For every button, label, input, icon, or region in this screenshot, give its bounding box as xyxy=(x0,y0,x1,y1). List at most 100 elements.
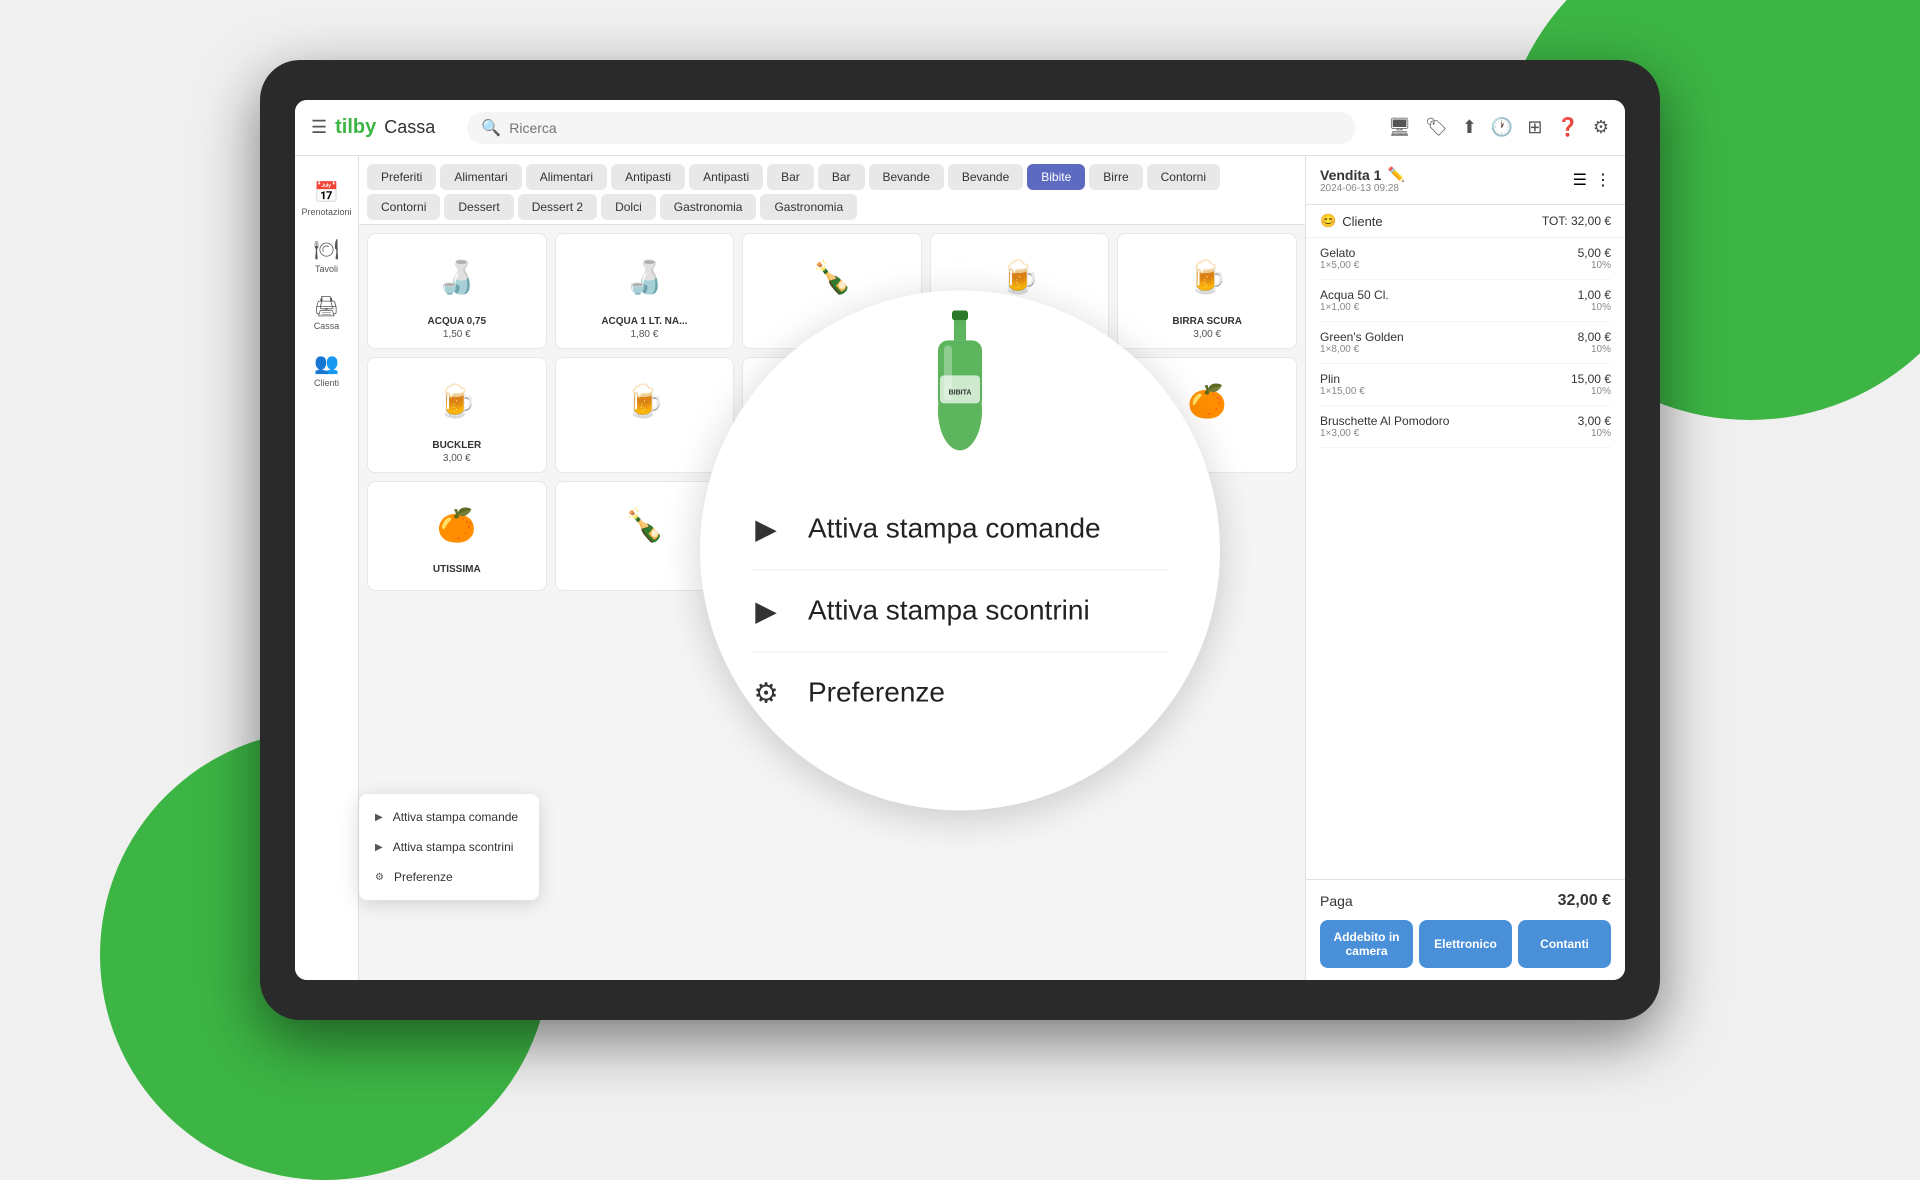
product-acqua075[interactable]: 🍶 ACQUA 0,75 1,50 € xyxy=(367,233,547,349)
printer-icon: 🖨 xyxy=(314,294,339,319)
paga-amount: 32,00 € xyxy=(1558,892,1611,910)
monitor-icon[interactable]: 🖥 xyxy=(1388,117,1411,138)
help-icon[interactable]: ❓ xyxy=(1556,117,1578,138)
product-buckler[interactable]: 🍺 BUCKLER 3,00 € xyxy=(367,357,547,473)
circle-overlay-menu: BIBITA ▶ Attiva stampa comande ▶ Attiva … xyxy=(700,290,1220,810)
circle-menu-stampa-scontrini[interactable]: ▶ Attiva stampa scontrini xyxy=(700,570,1220,651)
sidebar-label-cassa: Cassa xyxy=(314,321,340,331)
cat-birre[interactable]: Birre xyxy=(1089,164,1142,190)
item-detail-acqua: 1×1,00 € xyxy=(1320,302,1389,313)
sidebar-item-cassa[interactable]: 🖨 Cassa xyxy=(299,286,355,339)
sidebar-item-tavoli[interactable]: 🍽 Tavoli xyxy=(299,229,355,282)
cliente-icon: 😊 xyxy=(1320,213,1336,229)
cat-gastronomia-2[interactable]: Gastronomia xyxy=(760,194,857,220)
app-title: Cassa xyxy=(384,117,435,138)
upload-icon[interactable]: ⬆ xyxy=(1462,117,1477,138)
dropdown-label-3: Preferenze xyxy=(394,870,453,884)
logo-text: tilby xyxy=(335,116,376,139)
cat-bevande-1[interactable]: Bevande xyxy=(869,164,944,190)
product-acqua1lt[interactable]: 🍶 ACQUA 1 LT. NA... 1,80 € xyxy=(555,233,735,349)
dropdown-item-stampa-scontrini-small[interactable]: ▶ Attiva stampa scontrini xyxy=(359,832,539,862)
order-items: Gelato 1×5,00 € 5,00 € 10% Acqua 50 Cl. … xyxy=(1306,238,1625,879)
item-tax-greens: 10% xyxy=(1578,344,1611,355)
order-edit-icon[interactable]: ✏️ xyxy=(1387,166,1404,183)
circle-menu-stampa-comande[interactable]: ▶ Attiva stampa comande xyxy=(700,488,1220,569)
cat-alimentari-1[interactable]: Alimentari xyxy=(440,164,521,190)
circle-menu-preferenze[interactable]: ⚙ Preferenze xyxy=(700,652,1220,733)
product-img-acqua1lt: 🍶 xyxy=(614,242,674,312)
product-img-utissima: 🍊 xyxy=(427,490,487,560)
item-detail-gelato: 1×5,00 € xyxy=(1320,260,1359,271)
product-7[interactable]: 🍺 xyxy=(555,357,735,473)
product-img-7: 🍺 xyxy=(614,366,674,436)
cat-dessert-1[interactable]: Dessert xyxy=(444,194,513,220)
dropdown-item-preferenze-small[interactable]: ⚙ Preferenze xyxy=(359,862,539,892)
cliente-row: 😊 Cliente TOT: 32,00 € xyxy=(1306,205,1625,238)
order-list-icon[interactable]: ☰ xyxy=(1573,170,1587,190)
order-footer: Paga 32,00 € Addebito in camera Elettron… xyxy=(1306,879,1625,980)
cat-bevande-2[interactable]: Bevande xyxy=(948,164,1023,190)
users-icon: 👥 xyxy=(314,351,339,376)
left-sidebar: 📅 Prenotazioni 🍽 Tavoli 🖨 Cassa 👥 Client… xyxy=(295,156,359,980)
cat-antipasti-2[interactable]: Antipasti xyxy=(689,164,763,190)
cat-bar-1[interactable]: Bar xyxy=(767,164,814,190)
product-img-3: 🍾 xyxy=(802,242,862,312)
order-date: 2024-06-13 09:28 xyxy=(1320,183,1405,194)
arrow-icon-1: ▶ xyxy=(375,812,383,823)
cat-contorni-1[interactable]: Contorni xyxy=(1147,164,1220,190)
pay-btn-elettronico[interactable]: Elettronico xyxy=(1419,920,1512,968)
cat-dolci[interactable]: Dolci xyxy=(601,194,656,220)
tablet-screen: ☰ tilby Cassa 🔍 🖥 🏷 ⬆ 🕐 ⊞ ❓ ⚙ xyxy=(295,100,1625,980)
item-tax-acqua: 10% xyxy=(1578,302,1611,313)
cat-bar-2[interactable]: Bar xyxy=(818,164,865,190)
grid-icon[interactable]: ⊞ xyxy=(1527,117,1542,138)
order-item-bruschette[interactable]: Bruschette Al Pomodoro 1×3,00 € 3,00 € 1… xyxy=(1320,406,1611,448)
order-item-greens[interactable]: Green's Golden 1×8,00 € 8,00 € 10% xyxy=(1320,322,1611,364)
cat-antipasti-1[interactable]: Antipasti xyxy=(611,164,685,190)
product-img-12: 🍾 xyxy=(614,490,674,560)
item-price-acqua: 1,00 € xyxy=(1578,288,1611,302)
product-name-buckler: BUCKLER xyxy=(432,440,481,451)
order-header: Vendita 1 ✏️ 2024-06-13 09:28 ☰ ⋮ xyxy=(1306,156,1625,205)
item-name-acqua: Acqua 50 Cl. xyxy=(1320,288,1389,302)
dropdown-menu-small: ▶ Attiva stampa comande ▶ Attiva stampa … xyxy=(359,794,539,900)
sidebar-item-clienti[interactable]: 👥 Clienti xyxy=(299,343,355,396)
table-icon: 🍽 xyxy=(314,237,339,262)
order-more-icon[interactable]: ⋮ xyxy=(1595,170,1611,190)
cat-contorni-2[interactable]: Contorni xyxy=(367,194,440,220)
dropdown-item-stampa-comande-small[interactable]: ▶ Attiva stampa comande xyxy=(359,802,539,832)
product-name-acqua1lt: ACQUA 1 LT. NA... xyxy=(601,316,687,327)
item-name-bruschette: Bruschette Al Pomodoro xyxy=(1320,414,1449,428)
cat-alimentari-2[interactable]: Alimentari xyxy=(526,164,607,190)
item-detail-bruschette: 1×3,00 € xyxy=(1320,428,1449,439)
tag-icon[interactable]: 🏷 xyxy=(1425,117,1448,138)
order-item-gelato[interactable]: Gelato 1×5,00 € 5,00 € 10% xyxy=(1320,238,1611,280)
pay-btn-contanti[interactable]: Contanti xyxy=(1518,920,1611,968)
sidebar-label-clienti: Clienti xyxy=(314,378,339,388)
circle-label-3: Preferenze xyxy=(808,676,945,708)
cat-preferiti[interactable]: Preferiti xyxy=(367,164,436,190)
cat-gastronomia-1[interactable]: Gastronomia xyxy=(660,194,757,220)
item-tax-plin: 10% xyxy=(1571,386,1611,397)
cliente-text: Cliente xyxy=(1342,214,1382,229)
sidebar-item-prenotazioni[interactable]: 📅 Prenotazioni xyxy=(299,172,355,225)
play-icon-2: ▶ xyxy=(748,594,784,627)
cat-bibite[interactable]: Bibite xyxy=(1027,164,1085,190)
item-price-plin: 15,00 € xyxy=(1571,372,1611,386)
item-name-gelato: Gelato xyxy=(1320,246,1359,260)
clock-icon[interactable]: 🕐 xyxy=(1491,117,1513,138)
order-item-plin[interactable]: Plin 1×15,00 € 15,00 € 10% xyxy=(1320,364,1611,406)
product-utissima[interactable]: 🍊 UTISSIMA xyxy=(367,481,547,591)
order-icons: ☰ ⋮ xyxy=(1573,170,1611,190)
product-img-buckler: 🍺 xyxy=(427,366,487,436)
hamburger-icon[interactable]: ☰ xyxy=(311,117,327,138)
bottle-svg: BIBITA xyxy=(930,310,990,450)
pay-btn-room[interactable]: Addebito in camera xyxy=(1320,920,1413,968)
search-input[interactable] xyxy=(509,120,1342,136)
order-item-acqua[interactable]: Acqua 50 Cl. 1×1,00 € 1,00 € 10% xyxy=(1320,280,1611,322)
product-birra-scura[interactable]: 🍺 BIRRA SCURA 3,00 € xyxy=(1117,233,1297,349)
settings-icon[interactable]: ⚙ xyxy=(1593,117,1609,138)
product-price-buckler: 3,00 € xyxy=(443,453,471,464)
cat-dessert-2[interactable]: Dessert 2 xyxy=(518,194,597,220)
search-bar[interactable]: 🔍 xyxy=(467,112,1356,144)
